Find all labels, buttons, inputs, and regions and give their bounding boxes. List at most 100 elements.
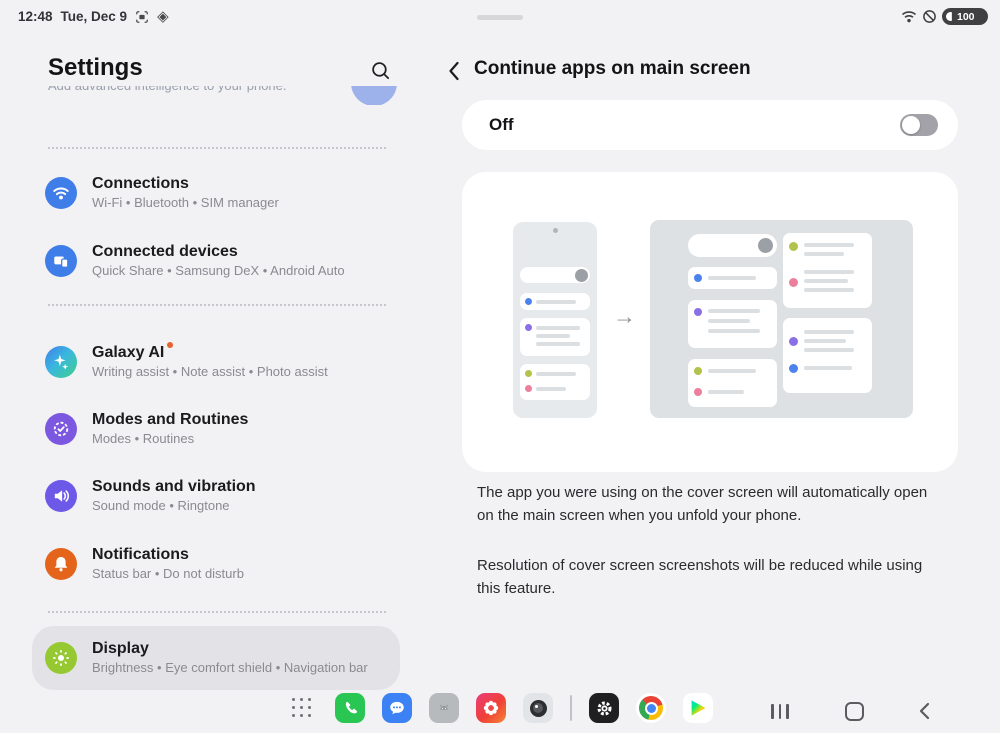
item-label: Display [92, 640, 368, 658]
device-screen: 12:48 Tue, Dec 9 ◈ 100 Settings [0, 0, 1000, 733]
line [804, 288, 854, 292]
sidebar-item-sounds-vibration[interactable]: Sounds and vibration Sound mode • Ringto… [32, 469, 400, 523]
item-subtitle: Writing assist • Note assist • Photo ass… [92, 365, 328, 380]
line [536, 372, 576, 376]
line [708, 390, 744, 394]
camera-dot-graphic [553, 228, 558, 233]
notification-card-graphic [688, 267, 777, 289]
dot [789, 242, 798, 251]
modes-icon [45, 413, 77, 445]
search-pill-graphic [520, 267, 590, 283]
item-label: Modes and Routines [92, 411, 248, 429]
line [536, 300, 576, 304]
banner-text: Add advanced intelligence to your phone. [48, 86, 400, 93]
dot [525, 370, 532, 377]
item-label: Notifications [92, 546, 244, 564]
detail-title: Continue apps on main screen [474, 58, 751, 80]
item-subtitle: Wi-Fi • Bluetooth • SIM manager [92, 196, 279, 211]
dot [694, 308, 702, 316]
bell-icon [45, 548, 77, 580]
camera-app-icon[interactable] [523, 693, 553, 723]
sun-icon [45, 642, 77, 674]
dotted-divider [48, 611, 386, 613]
sidebar-item-display[interactable]: Display Brightness • Eye comfort shield … [32, 631, 400, 685]
item-subtitle: Modes • Routines [92, 432, 248, 447]
toggle-label: Off [489, 115, 514, 135]
line [804, 243, 854, 247]
line [536, 326, 580, 330]
line [708, 369, 756, 373]
main-screen-graphic [650, 220, 913, 418]
line [804, 270, 854, 274]
description-paragraph: Resolution of cover screen screenshots w… [477, 554, 939, 600]
home-button[interactable] [845, 689, 864, 733]
arrow-right-icon: → [613, 303, 636, 330]
line [708, 329, 760, 333]
line [536, 342, 580, 346]
notification-card-graphic [783, 318, 872, 393]
wifi-icon [45, 177, 77, 209]
dot [525, 385, 532, 392]
line [804, 252, 844, 256]
dot [694, 367, 702, 375]
sidebar-item-modes-routines[interactable]: Modes and Routines Modes • Routines [32, 402, 400, 456]
gallery-app-icon[interactable] [476, 693, 506, 723]
settings-app-icon[interactable] [589, 693, 619, 723]
sidebar-item-notifications[interactable]: Notifications Status bar • Do not distur… [32, 537, 400, 591]
search-icon[interactable] [368, 58, 392, 82]
dotted-divider [48, 147, 386, 149]
android-apk-icon[interactable] [429, 693, 459, 723]
dot [789, 364, 798, 373]
play-store-app-icon[interactable] [683, 693, 713, 723]
item-subtitle: Quick Share • Samsung DeX • Android Auto [92, 264, 345, 279]
sidebar-item-connections[interactable]: Connections Wi-Fi • Bluetooth • SIM mana… [32, 166, 400, 220]
back-button[interactable] [443, 60, 465, 82]
dot [694, 388, 702, 396]
toggle-knob [902, 116, 920, 134]
recents-button[interactable] [771, 689, 789, 733]
line [804, 279, 848, 283]
line [536, 387, 566, 391]
item-subtitle: Status bar • Do not disturb [92, 567, 244, 582]
dot [525, 324, 532, 331]
dot [758, 238, 773, 253]
description-paragraph: The app you were using on the cover scre… [477, 481, 939, 527]
notification-card-graphic [520, 364, 590, 400]
item-label: Sounds and vibration [92, 478, 256, 496]
taskbar [0, 689, 1000, 733]
line [708, 309, 760, 313]
sparkle-icon [45, 346, 77, 378]
dot [789, 337, 798, 346]
line [708, 319, 750, 323]
taskbar-apps [292, 693, 713, 723]
line [804, 339, 846, 343]
app-drawer-icon[interactable] [292, 698, 312, 718]
detail-pane: Continue apps on main screen Off [430, 0, 1000, 733]
cover-screen-graphic [513, 222, 597, 418]
notification-card-graphic [688, 300, 777, 348]
item-subtitle: Sound mode • Ringtone [92, 499, 256, 514]
messages-app-icon[interactable] [382, 693, 412, 723]
notification-card-graphic [783, 233, 872, 308]
scrolled-banner-clip: Add advanced intelligence to your phone. [48, 86, 400, 105]
back-nav-button[interactable] [918, 689, 931, 733]
dot [575, 269, 588, 282]
line [536, 334, 570, 338]
sidebar-item-connected-devices[interactable]: Connected devices Quick Share • Samsung … [32, 234, 400, 288]
devices-icon [45, 245, 77, 277]
item-label: Galaxy AI [92, 344, 164, 361]
master-switch-row[interactable]: Off [462, 100, 958, 150]
line [804, 330, 854, 334]
chrome-app-icon[interactable] [636, 693, 666, 723]
new-badge [167, 342, 173, 348]
avatar[interactable] [351, 86, 397, 105]
sidebar-item-galaxy-ai[interactable]: Galaxy AI Writing assist • Note assist •… [32, 335, 400, 389]
line [804, 348, 854, 352]
settings-list-pane: Settings Add advanced intelligence to yo… [32, 0, 400, 733]
phone-app-icon[interactable] [335, 693, 365, 723]
continue-apps-toggle[interactable] [900, 114, 938, 136]
speaker-icon [45, 480, 77, 512]
dot [525, 298, 532, 305]
dot [694, 274, 702, 282]
notification-card-graphic [520, 318, 590, 356]
